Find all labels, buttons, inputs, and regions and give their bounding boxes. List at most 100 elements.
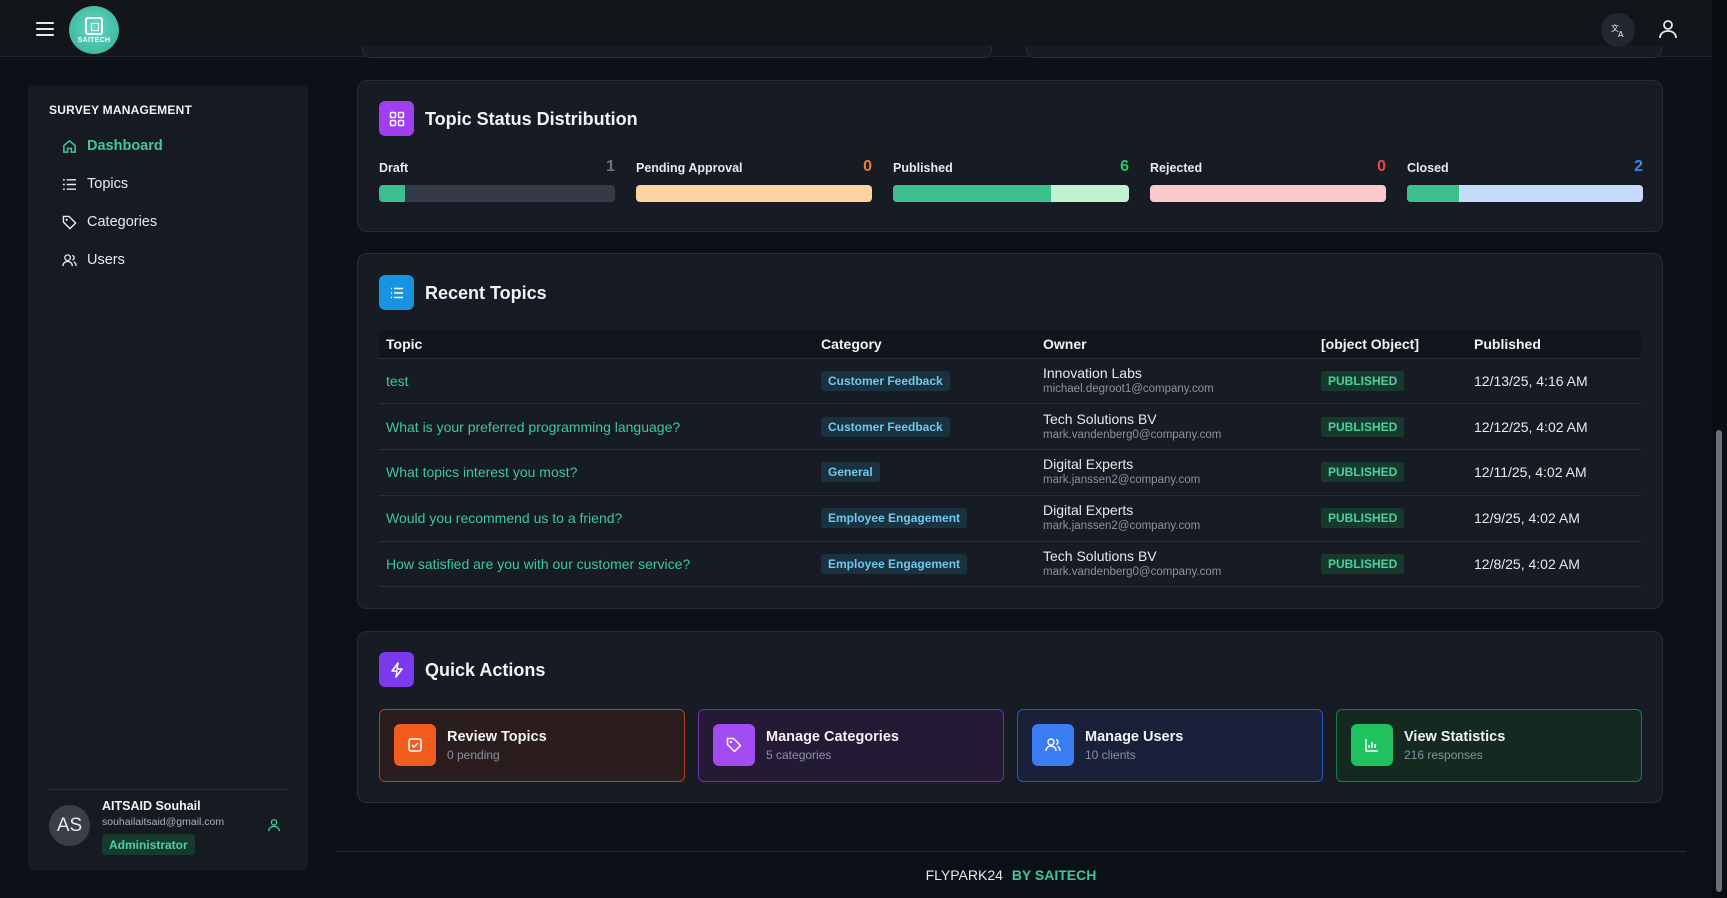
column-header-category[interactable]: Category [814, 330, 1036, 358]
owner-cell: Digital Experts mark.janssen2@company.com [1036, 449, 1314, 496]
list-icon [379, 275, 414, 310]
status-bar-fill [1407, 185, 1459, 202]
user-icon [1659, 20, 1677, 39]
owner-cell: Tech Solutions BV mark.vandenberg0@compan… [1036, 540, 1314, 588]
quick-action-subtitle: 0 pending [447, 748, 500, 762]
grid-icon [379, 101, 414, 136]
column-header-topic[interactable]: Topic [379, 330, 814, 358]
table-row[interactable]: What topics interest you most? General D… [379, 449, 1641, 496]
published-date: 12/11/25, 4:02 AM [1467, 449, 1641, 496]
status-badge: PUBLISHED [1321, 554, 1405, 575]
lightning-icon [379, 652, 414, 687]
status-badge: PUBLISHED [1321, 416, 1405, 437]
category-badge: Customer Feedback [821, 416, 950, 437]
category-badge: Customer Feedback [821, 370, 950, 391]
sidebar-item-label: Categories [87, 214, 158, 230]
table-row[interactable]: test Customer Feedback Innovation Labs mi… [379, 357, 1641, 404]
status-label: Pending Approval [636, 161, 743, 175]
logo-text: SAITECH [77, 36, 111, 44]
table-row[interactable]: Would you recommend us to a friend? Empl… [379, 494, 1641, 542]
sidebar-divider [49, 789, 287, 790]
tag-icon [61, 214, 77, 230]
saitech-logo[interactable]: SAITECH [69, 6, 119, 54]
sidebar-item-dashboard[interactable]: Dashboard [61, 127, 291, 165]
profile-settings-icon[interactable] [267, 818, 283, 834]
topic-link[interactable]: Would you recommend us to a friend? [379, 494, 814, 542]
view-statistics-button[interactable]: View Statistics 216 responses [1336, 709, 1642, 782]
owner-email: mark.janssen2@company.com [1043, 474, 1201, 487]
scrollbar-thumb[interactable] [1716, 430, 1722, 892]
sidebar-item-users[interactable]: Users [61, 241, 291, 279]
column-header-owner[interactable]: Owner [1036, 330, 1314, 358]
user-menu-button[interactable] [1654, 15, 1682, 43]
home-icon [61, 138, 77, 154]
status-count: 0 [863, 158, 872, 175]
profile-name: AITSAID Souhail [102, 799, 201, 813]
hamburger-icon[interactable] [34, 19, 56, 37]
avatar[interactable]: AS [49, 805, 90, 846]
status-bar-fill [893, 185, 1052, 202]
category-cell: General [814, 449, 1036, 496]
status-count: 1 [606, 158, 615, 175]
users-icon [61, 252, 77, 268]
topic-link[interactable]: How satisfied are you with our customer … [379, 540, 814, 588]
status-closed: Closed 2 [1407, 158, 1643, 202]
status-cell: PUBLISHED [1314, 357, 1467, 404]
status-rejected: Rejected 0 [1150, 158, 1386, 202]
recent-topics-table: Topic Category Owner [object Object] Pub… [379, 330, 1641, 588]
status-badge: PUBLISHED [1321, 508, 1405, 529]
quick-action-subtitle: 216 responses [1404, 748, 1483, 762]
card-peek-right [1026, 46, 1662, 58]
manage-users-button[interactable]: Manage Users 10 clients [1017, 709, 1323, 782]
status-count: 6 [1120, 158, 1129, 175]
status-count: 0 [1377, 158, 1386, 175]
sidebar-item-label: Dashboard [87, 138, 163, 154]
translate-button[interactable]: 文 A [1601, 13, 1635, 47]
quick-action-title: Manage Categories [766, 729, 899, 745]
status-bar [1407, 185, 1643, 202]
quick-action-subtitle: 10 clients [1085, 748, 1136, 762]
table-row[interactable]: How satisfied are you with our customer … [379, 540, 1641, 588]
status-cell: PUBLISHED [1314, 494, 1467, 542]
owner-name: Innovation Labs [1043, 364, 1142, 381]
topic-link[interactable]: What is your preferred programming langu… [379, 403, 814, 450]
status-badge: PUBLISHED [1321, 462, 1405, 483]
owner-name: Digital Experts [1043, 502, 1134, 519]
sidebar-item-categories[interactable]: Categories [61, 203, 291, 241]
topic-link[interactable]: test [379, 357, 814, 404]
quick-actions-title: Quick Actions [425, 660, 546, 680]
category-badge: Employee Engagement [821, 554, 968, 575]
status-badge: PUBLISHED [1321, 370, 1405, 391]
status-bar [636, 185, 872, 202]
sidebar-item-label: Users [87, 252, 125, 268]
card-peek-left [362, 46, 992, 58]
owner-name: Tech Solutions BV [1043, 410, 1157, 427]
status-distribution-card: Topic Status Distribution Draft 1 Pendin… [357, 80, 1663, 232]
category-badge: Employee Engagement [821, 508, 968, 529]
bar-chart-icon [1351, 724, 1393, 766]
status-pending-approval: Pending Approval 0 [636, 158, 872, 202]
profile-email: souhailaitsaid@gmail.com [102, 816, 225, 828]
table-row[interactable]: What is your preferred programming langu… [379, 403, 1641, 450]
sidebar-item-topics[interactable]: Topics [61, 165, 291, 203]
category-cell: Customer Feedback [814, 357, 1036, 404]
owner-cell: Innovation Labs michael.degroot1@company.… [1036, 357, 1314, 404]
sidebar-item-label: Topics [87, 176, 129, 192]
status-label: Draft [379, 161, 409, 175]
footer-by[interactable]: BY SAITECH [1012, 867, 1097, 883]
tag-icon [713, 724, 755, 766]
owner-email: mark.vandenberg0@company.com [1043, 428, 1222, 441]
manage-categories-button[interactable]: Manage Categories 5 categories [698, 709, 1004, 782]
column-header-status[interactable]: [object Object] [1314, 330, 1467, 358]
category-cell: Employee Engagement [814, 494, 1036, 542]
category-badge: General [821, 462, 880, 483]
checkbox-icon [394, 724, 436, 766]
table-header-row: Topic Category Owner [object Object] Pub… [379, 330, 1641, 358]
published-date: 12/9/25, 4:02 AM [1467, 494, 1641, 542]
review-topics-button[interactable]: Review Topics 0 pending [379, 709, 685, 782]
topic-link[interactable]: What topics interest you most? [379, 449, 814, 496]
column-header-published[interactable]: Published [1467, 330, 1641, 358]
status-bar [379, 185, 615, 202]
status-cell: PUBLISHED [1314, 449, 1467, 496]
status-label: Closed [1407, 161, 1449, 175]
